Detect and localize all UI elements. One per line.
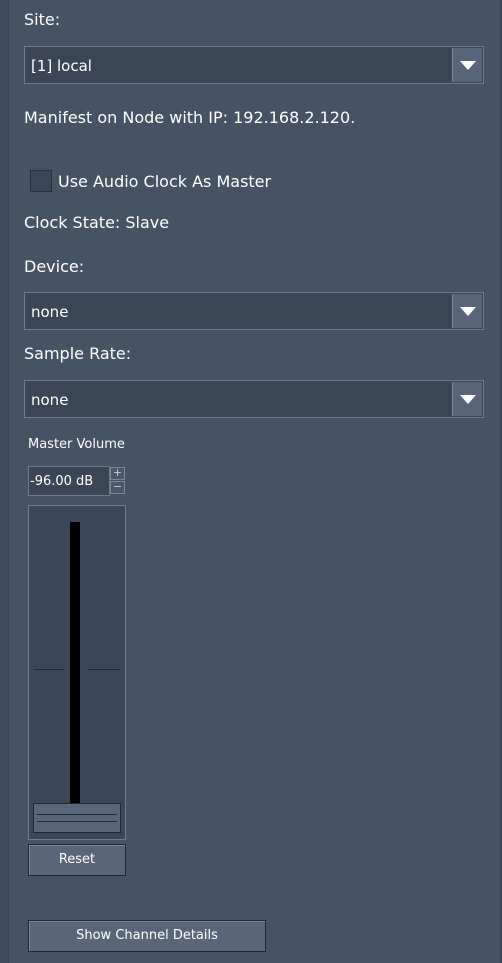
fader-tick-right [88, 669, 120, 670]
sample-rate-label: Sample Rate: [24, 344, 132, 363]
clock-state-text: Clock State: Slave [24, 213, 170, 232]
fader-handle-grip [37, 814, 117, 815]
left-edge-strip [0, 0, 9, 963]
fader-handle-grip [37, 821, 117, 822]
master-volume-field[interactable]: -96.00 dB [28, 466, 110, 496]
stepper-up-icon[interactable]: + [110, 467, 125, 480]
show-channel-details-button[interactable]: Show Channel Details [28, 920, 266, 952]
device-select-value: none [31, 303, 69, 321]
audio-clock-label[interactable]: Use Audio Clock As Master [58, 172, 271, 191]
sample-rate-select[interactable]: none [24, 380, 484, 418]
master-volume-stepper[interactable]: + − [110, 467, 126, 495]
master-volume-value: -96.00 dB [30, 474, 94, 489]
chevron-down-icon[interactable] [452, 382, 482, 416]
site-select-value: [1] local [31, 57, 92, 75]
site-select[interactable]: [1] local [24, 46, 484, 84]
fader-tick-left [34, 669, 64, 670]
fader-handle[interactable] [33, 803, 121, 833]
chevron-down-icon[interactable] [452, 48, 482, 82]
device-select[interactable]: none [24, 292, 484, 330]
reset-button[interactable]: Reset [28, 844, 126, 876]
master-volume-label: Master Volume [28, 437, 125, 452]
sample-rate-select-value: none [31, 391, 69, 409]
chevron-down-icon[interactable] [452, 294, 482, 328]
site-label: Site: [24, 10, 61, 29]
device-label: Device: [24, 257, 85, 276]
stepper-down-icon[interactable]: − [110, 481, 125, 494]
master-volume-fader[interactable] [28, 505, 126, 840]
audio-clock-checkbox[interactable] [30, 170, 52, 192]
fader-track [70, 522, 80, 812]
manifest-text: Manifest on Node with IP: 192.168.2.120. [24, 108, 356, 127]
